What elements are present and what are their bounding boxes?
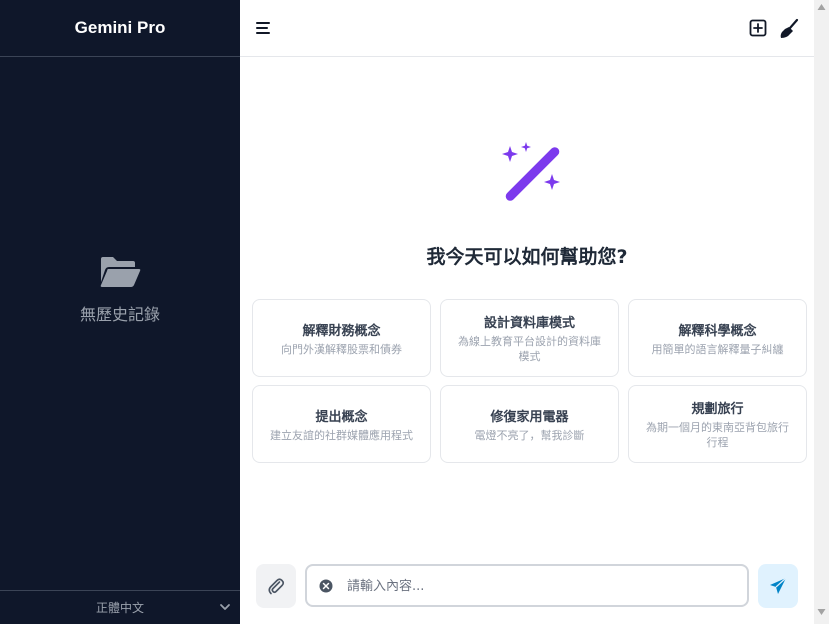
card-description: 建立友誼的社群媒體應用程式 (270, 428, 413, 442)
suggestion-card[interactable]: 解釋財務概念 向門外漢解釋股票和債券 (252, 299, 431, 377)
top-bar (240, 0, 814, 57)
card-title: 解釋財務概念 (302, 323, 381, 339)
language-selector[interactable]: 正體中文 (0, 590, 240, 624)
chat-input-container (305, 564, 749, 607)
chat-input[interactable] (347, 576, 737, 596)
suggestion-card[interactable]: 規劃旅行 為期一個月的東南亞背包旅行行程 (628, 385, 807, 463)
card-description: 為線上教育平台設計的資料庫模式 (458, 335, 601, 363)
app-title: Gemini Pro (74, 18, 166, 37)
x-circle-icon[interactable] (319, 579, 333, 593)
menu-icon[interactable] (254, 18, 274, 38)
suggestion-card[interactable]: 修復家用電器 電燈不亮了，幫我診斷 (440, 385, 619, 463)
card-description: 向門外漢解釋股票和債券 (281, 342, 402, 356)
card-description: 電燈不亮了，幫我診斷 (474, 428, 585, 442)
main-panel: 我今天可以如何幫助您? 解釋財務概念 向門外漢解釋股票和債券 設計資料庫模式 為… (240, 0, 814, 624)
greeting-heading: 我今天可以如何幫助您? (426, 246, 628, 268)
send-button[interactable] (758, 564, 798, 608)
card-title: 提出概念 (315, 409, 368, 425)
scroll-down-icon[interactable] (817, 608, 826, 616)
broom-icon[interactable] (778, 18, 800, 40)
folder-open-icon (100, 257, 141, 287)
suggestion-cards: 解釋財務概念 向門外漢解釋股票和債券 設計資料庫模式 為線上教育平台設計的資料庫… (252, 299, 807, 463)
card-description: 用簡單的語言解釋量子糾纏 (651, 342, 784, 356)
page-scrollbar[interactable] (814, 0, 829, 624)
magic-wand-icon (502, 142, 560, 201)
card-title: 解釋科學概念 (678, 323, 757, 339)
sidebar-header: Gemini Pro (0, 0, 240, 57)
plus-square-icon[interactable] (748, 18, 768, 38)
language-label: 正體中文 (95, 601, 144, 615)
card-title: 修復家用電器 (490, 409, 569, 425)
paper-plane-icon (770, 577, 787, 594)
suggestion-card[interactable]: 解釋科學概念 用簡單的語言解釋量子糾纏 (628, 299, 807, 377)
sidebar: Gemini Pro 無歷史記錄 正體中文 (0, 0, 240, 624)
attach-button[interactable] (256, 564, 296, 608)
card-title: 規劃旅行 (691, 402, 744, 417)
suggestion-card[interactable]: 提出概念 建立友誼的社群媒體應用程式 (252, 385, 431, 463)
paperclip-icon (268, 578, 285, 595)
card-title: 設計資料庫模式 (483, 316, 575, 331)
suggestion-card[interactable]: 設計資料庫模式 為線上教育平台設計的資料庫模式 (440, 299, 619, 377)
scroll-up-icon[interactable] (817, 3, 826, 11)
chevron-down-icon (220, 604, 230, 610)
history-empty-text: 無歷史記錄 (79, 305, 160, 324)
history-empty-state: 無歷史記錄 (0, 255, 240, 325)
card-description: 為期一個月的東南亞背包旅行行程 (646, 421, 789, 449)
